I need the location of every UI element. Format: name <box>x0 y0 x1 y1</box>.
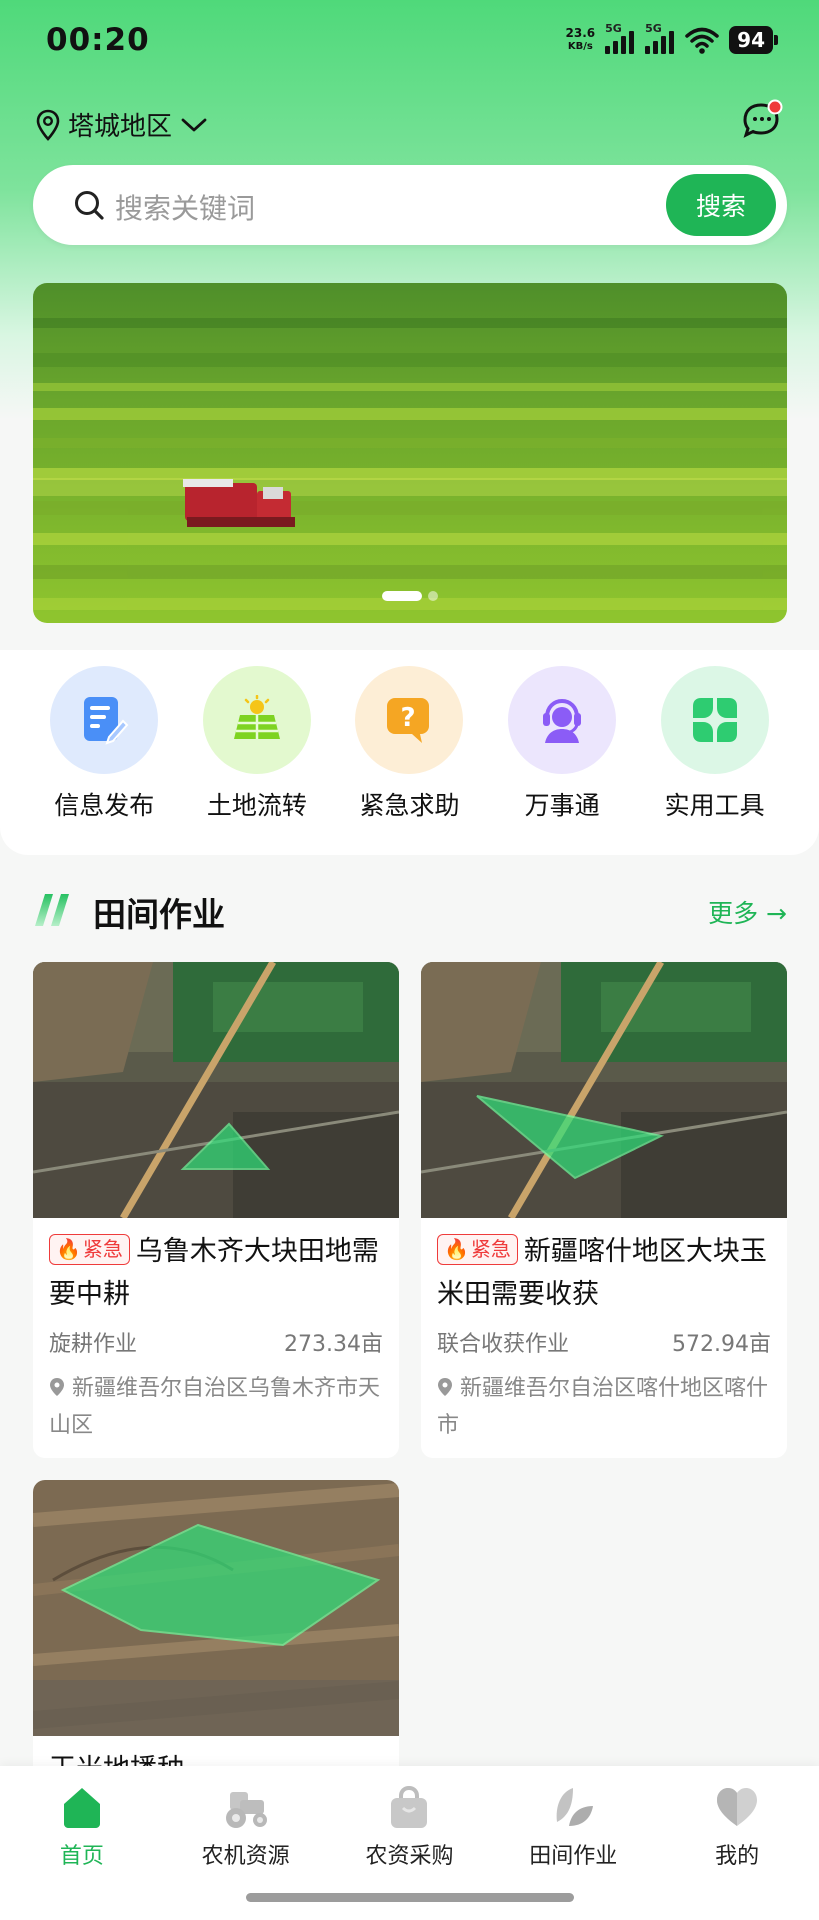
quick-menu-wanshitong[interactable]: 万事通 <box>497 666 627 855</box>
field-work-card[interactable]: 🔥 紧急 新疆喀什地区大块玉米田需要收获 联合收获作业 572.94亩 新疆维吾尔自… <box>421 962 787 1458</box>
search-input[interactable]: 搜索关键词 <box>115 187 255 227</box>
status-bar: 00:20 23.6 KB/s 5G 5G 94 <box>0 0 819 84</box>
card-meta: 联合收获作业 572.94亩 <box>437 1326 771 1358</box>
satellite-map-image <box>33 1480 399 1736</box>
network-speed-unit: KB/s <box>567 41 593 52</box>
location-selector[interactable]: 塔城地区 <box>36 106 208 143</box>
flame-icon: 🔥 <box>444 1237 469 1261</box>
home-indicator[interactable] <box>246 1893 574 1902</box>
location-pin-icon <box>438 1378 452 1396</box>
tab-purchase[interactable]: 农资采购 <box>334 1784 484 1870</box>
help-question-icon: ? <box>355 666 464 774</box>
network-speed: 23.6 KB/s <box>566 27 596 53</box>
search-icon <box>75 191 104 220</box>
card-address-text: 新疆维吾尔自治区乌鲁木齐市天山区 <box>49 1376 381 1438</box>
location-pin-icon <box>50 1378 64 1396</box>
quick-menu-label: 土地流转 <box>206 791 307 820</box>
tab-label: 农机资源 <box>201 1844 290 1869</box>
more-label: 更多 <box>708 899 759 928</box>
work-area: 273.34亩 <box>284 1332 383 1357</box>
clover-tools-icon <box>660 666 769 774</box>
card-title: 🔥 紧急 新疆喀什地区大块玉米田需要收获 <box>437 1230 771 1316</box>
work-area: 572.94亩 <box>672 1332 771 1357</box>
card-title: 🔥 紧急 乌鲁木齐大块田地需要中耕 <box>49 1230 383 1316</box>
bottom-tab-bar: 首页 农机资源 农资采购 田间作业 我的 <box>0 1766 819 1920</box>
tab-label: 田间作业 <box>529 1844 618 1869</box>
field-work-card[interactable]: 🔥 紧急 乌鲁木齐大块田地需要中耕 旋耕作业 273.34亩 新疆维吾尔自治区乌鲁木… <box>33 962 399 1458</box>
satellite-map-image <box>421 962 787 1218</box>
flame-icon: 🔥 <box>56 1237 81 1261</box>
solar-farm-icon <box>202 666 311 774</box>
card-meta: 旋耕作业 273.34亩 <box>49 1326 383 1358</box>
shopping-bag-icon <box>391 1785 428 1828</box>
quick-menu-land-transfer[interactable]: 土地流转 <box>192 666 322 855</box>
home-icon <box>63 1788 100 1828</box>
tab-machinery[interactable]: 农机资源 <box>171 1784 321 1870</box>
message-icon[interactable] <box>739 98 785 144</box>
location-pin-icon <box>36 109 60 141</box>
work-type: 旋耕作业 <box>49 1332 138 1357</box>
work-type: 联合收获作业 <box>437 1332 570 1357</box>
search-bar[interactable]: 搜索关键词 搜索 <box>33 165 787 245</box>
app-screen: 00:20 23.6 KB/s 5G 5G 94 塔城地区 搜索关键词 搜索 信… <box>0 0 819 1920</box>
wifi-icon <box>685 27 719 54</box>
quick-menu-label: 紧急求助 <box>359 791 460 820</box>
tab-field-work[interactable]: 田间作业 <box>498 1784 648 1870</box>
tab-label: 我的 <box>715 1844 760 1869</box>
tab-home[interactable]: 首页 <box>7 1784 157 1870</box>
card-address: 新疆维吾尔自治区乌鲁木齐市天山区 <box>49 1370 383 1444</box>
quick-menu-label: 信息发布 <box>54 791 155 820</box>
svg-text:?: ? <box>401 703 416 733</box>
status-time: 00:20 <box>46 22 150 58</box>
more-link[interactable]: 更多 → <box>708 894 787 930</box>
banner-image <box>33 283 787 623</box>
section-title: 田间作业 <box>93 895 225 934</box>
tab-label: 首页 <box>59 1844 104 1869</box>
urgent-badge: 🔥 紧急 <box>49 1234 130 1265</box>
satellite-map-image <box>33 962 399 1218</box>
chevron-down-icon <box>181 118 207 131</box>
quick-menu-info-publish[interactable]: 信息发布 <box>39 666 169 855</box>
carousel-indicator <box>382 591 438 601</box>
customer-service-icon <box>508 666 617 774</box>
leaf-icon <box>556 1788 594 1826</box>
banner-carousel[interactable] <box>33 283 787 623</box>
tab-list: 首页 农机资源 农资采购 田间作业 我的 <box>0 1766 819 1870</box>
network-speed-value: 23.6 <box>565 26 596 40</box>
urgent-badge-label: 紧急 <box>470 1237 511 1261</box>
status-indicators: 23.6 KB/s 5G 5G 94 <box>566 22 778 54</box>
search-button[interactable]: 搜索 <box>666 174 776 236</box>
arrow-right-icon: → <box>766 899 787 928</box>
card-body: 🔥 紧急 乌鲁木齐大块田地需要中耕 旋耕作业 273.34亩 新疆维吾尔自治区乌鲁木… <box>33 1218 399 1444</box>
quick-menu-label: 实用工具 <box>664 791 765 820</box>
urgent-badge: 🔥 紧急 <box>437 1234 518 1265</box>
quick-menu: 信息发布 土地流转 ? 紧急求助 万事通 实用工具 <box>0 650 819 855</box>
quick-menu-tools[interactable]: 实用工具 <box>650 666 780 855</box>
urgent-badge-label: 紧急 <box>82 1237 123 1261</box>
card-address-text: 新疆维吾尔自治区喀什地区喀什市 <box>437 1376 769 1438</box>
edit-document-icon <box>50 666 159 774</box>
tab-label: 农资采购 <box>365 1844 454 1869</box>
heart-profile-icon <box>717 1788 758 1826</box>
section-header-field-work: 田间作业 更多 → <box>33 880 787 940</box>
signal-icon: 5G <box>605 22 635 54</box>
card-body: 🔥 紧急 新疆喀什地区大块玉米田需要收获 联合收获作业 572.94亩 新疆维吾尔自… <box>421 1218 787 1444</box>
location-label: 塔城地区 <box>68 112 173 142</box>
signal-sim1-label: 5G <box>605 22 622 35</box>
card-address: 新疆维吾尔自治区喀什地区喀什市 <box>437 1370 771 1444</box>
battery-indicator: 94 <box>729 26 778 54</box>
signal-icon: 5G <box>645 22 675 54</box>
tractor-icon <box>225 1792 267 1828</box>
quick-menu-label: 万事通 <box>524 791 600 820</box>
section-accent-icon <box>35 894 69 926</box>
signal-sim2-label: 5G <box>645 22 662 35</box>
quick-menu-emergency-help[interactable]: ? 紧急求助 <box>344 666 474 855</box>
tab-profile[interactable]: 我的 <box>662 1784 812 1870</box>
